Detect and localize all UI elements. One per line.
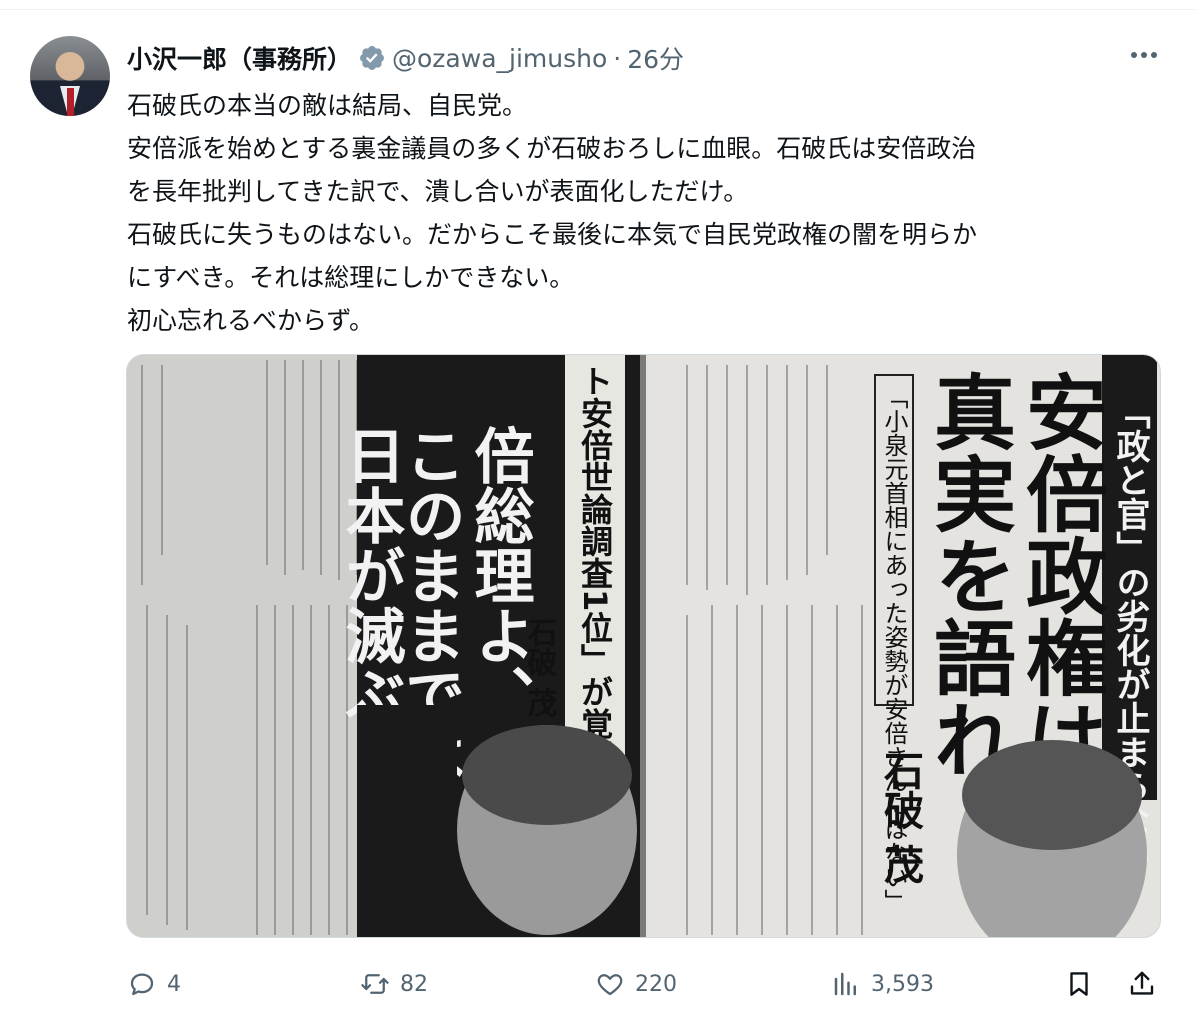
heart-icon <box>597 974 623 996</box>
repost-arrows-icon <box>361 974 389 994</box>
right-headline-col: 真実を語れ <box>920 370 1015 780</box>
tweet-text-line: 石破氏の本当の敵は結局、自民党。 <box>127 91 528 120</box>
more-dots-icon[interactable] <box>1124 40 1164 70</box>
tweet-actions: 4 82 220 3,593 <box>127 962 1167 1006</box>
left-headline-col: 日本が滅ぶ <box>335 425 405 725</box>
views-button[interactable]: 3,593 <box>831 962 934 1006</box>
like-count: 220 <box>635 971 677 997</box>
bookmark-button[interactable] <box>1064 962 1094 1006</box>
bar-chart-icon <box>834 972 856 996</box>
tweet-media-image[interactable]: 倍総理よ、 このままでは 日本が滅ぶ ト安倍世論調査1位」が覚悟の直言 石破 茂… <box>126 354 1161 938</box>
share-upload-icon <box>1130 971 1154 995</box>
tweet-text-line: にすべき。それは総理にしかできない。 <box>127 263 575 292</box>
tweet-header: 小沢一郎（事務所） @ozawa_jimusho · 26分 <box>127 40 684 76</box>
top-divider <box>0 0 1197 10</box>
tweet-text-line: 初心忘れるべからず。 <box>127 306 375 335</box>
author-handle[interactable]: @ozawa_jimusho <box>392 44 607 73</box>
magazine-photo: 倍総理よ、 このままでは 日本が滅ぶ ト安倍世論調査1位」が覚悟の直言 石破 茂… <box>127 355 1160 937</box>
avatar[interactable] <box>30 36 110 116</box>
reply-button[interactable]: 4 <box>127 962 181 1006</box>
right-headline-col: 安倍政権は <box>1012 370 1108 780</box>
right-headline: 安倍政権は 真実を語れ <box>920 370 1108 780</box>
tweet-text-line: 安倍派を始めとする裏金議員の多くが石破おろしに血眼。石破氏は安倍政治 <box>127 134 977 163</box>
like-button[interactable]: 220 <box>595 962 677 1006</box>
verified-badge-icon <box>360 46 384 70</box>
tweet-text-line: 石破氏に失うものはない。だからこそ最後に本気で自民党政権の闇を明らか <box>127 220 978 249</box>
page-gutter <box>640 355 646 937</box>
tweet-text: 石破氏の本当の敵は結局、自民党。 安倍派を始めとする裏金議員の多くが石破おろしに… <box>127 84 1167 342</box>
tweet-timestamp[interactable]: 26分 <box>627 40 684 76</box>
bookmark-icon <box>1070 972 1088 996</box>
author-display-name[interactable]: 小沢一郎（事務所） <box>127 40 352 76</box>
speech-bubble-icon <box>130 973 154 996</box>
avatar-tie <box>67 88 74 116</box>
repost-button[interactable]: 82 <box>360 962 428 1006</box>
header-separator: · <box>613 43 622 73</box>
left-author-name: 石破 茂 <box>522 617 559 719</box>
reply-count: 4 <box>167 971 181 997</box>
share-button[interactable] <box>1127 962 1157 1006</box>
views-count: 3,593 <box>871 971 934 997</box>
right-author-name: 石破 茂 <box>877 750 924 884</box>
repost-count: 82 <box>400 971 428 997</box>
tweet-text-line: を長年批判してきた訳で、潰し合いが表面化しただけ。 <box>127 177 749 206</box>
